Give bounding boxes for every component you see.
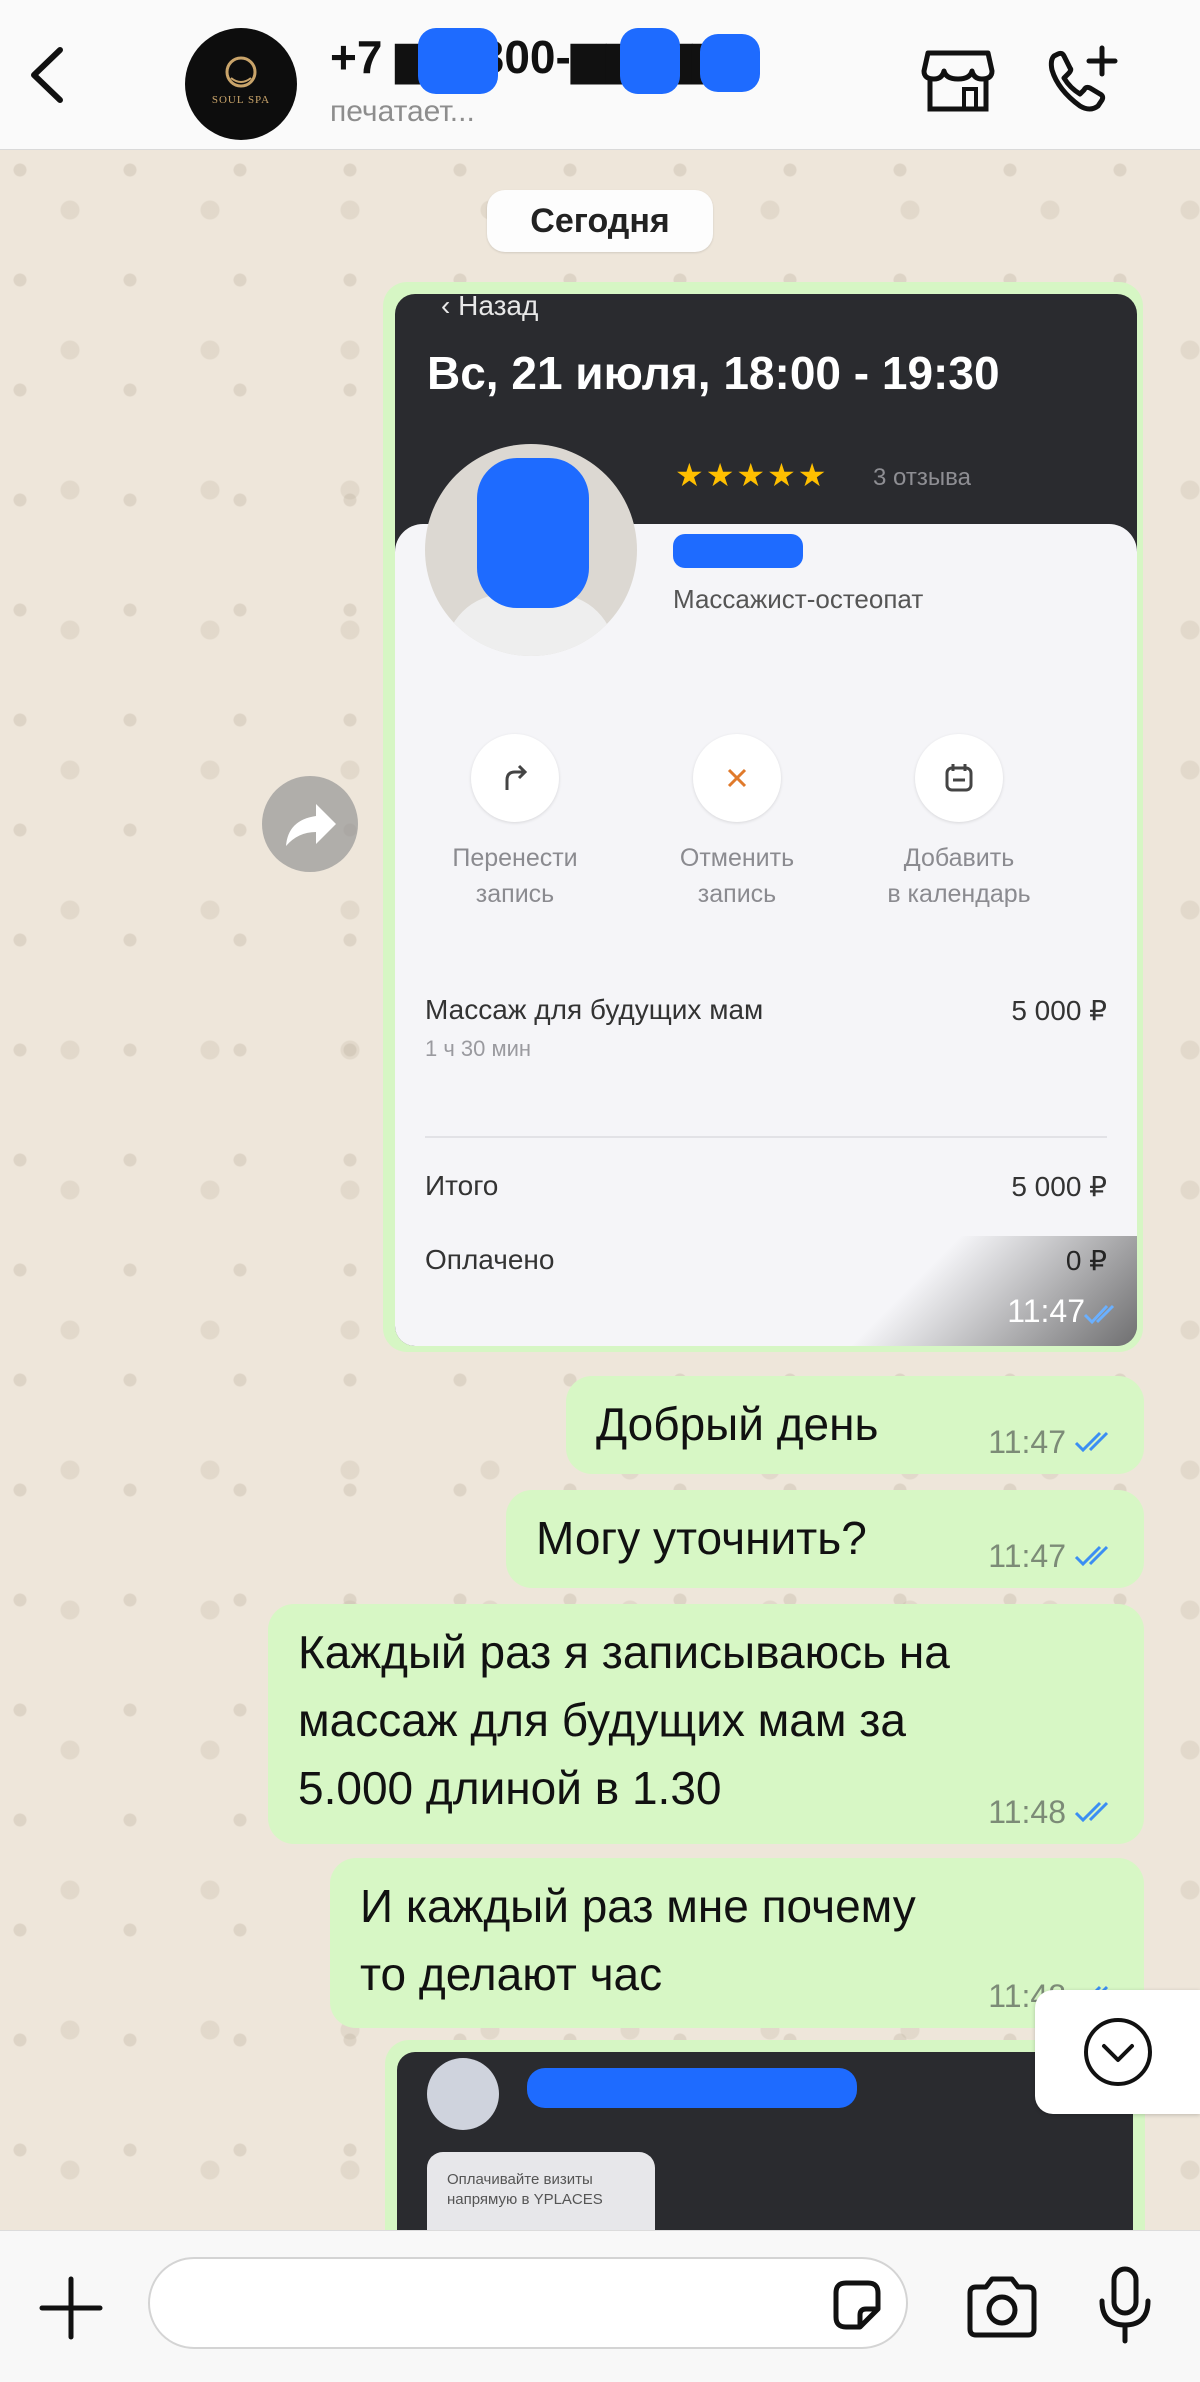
contact-avatar[interactable]: SOUL SPA	[185, 28, 297, 140]
reschedule-icon-circle	[471, 734, 559, 822]
appointment-title: Вс, 21 июля, 18:00 - 19:30	[427, 347, 1000, 399]
calendar-icon-circle	[915, 734, 1003, 822]
double-check-icon	[1074, 1545, 1109, 1567]
composer-bar	[0, 2230, 1200, 2382]
forward-button[interactable]	[262, 776, 358, 872]
scroll-to-bottom-button[interactable]	[1035, 1990, 1200, 2114]
plus-icon	[39, 2276, 103, 2340]
avatar	[427, 2058, 499, 2130]
cancel-label: Отменить запись	[679, 844, 795, 908]
master-photo	[425, 444, 637, 656]
spa-logo-icon	[225, 56, 257, 88]
redaction-mark	[527, 2068, 857, 2108]
camera-button[interactable]	[964, 2271, 1040, 2341]
message-bubble[interactable]: Могу уточнить? 11:47	[506, 1490, 1144, 1588]
total-value: 5 000 ₽	[1011, 1171, 1107, 1202]
screenshot-back-link: ‹ Назад	[441, 294, 539, 321]
service-duration: 1 ч 30 мин	[425, 1036, 532, 1061]
divider	[425, 1136, 1107, 1138]
service-name: Массаж для будущих мам	[425, 994, 764, 1025]
image-shade	[837, 1236, 1137, 1346]
cancel-icon-circle	[693, 734, 781, 822]
redaction-mark	[673, 534, 803, 568]
chevron-down-circle-icon	[1083, 2018, 1152, 2086]
service-price: 5 000 ₽	[1011, 995, 1107, 1026]
microphone-icon	[1099, 2266, 1151, 2344]
message-input[interactable]	[148, 2257, 908, 2349]
appointment-screenshot: ‹ Назад Вс, 21 июля, 18:00 - 19:30 ★★★★★…	[395, 294, 1137, 1346]
reschedule-icon	[505, 764, 528, 790]
message-text: И каждый раз мне почему то делают час	[360, 1880, 916, 2000]
double-check-icon	[1083, 1304, 1115, 1325]
camera-icon	[967, 2276, 1037, 2338]
double-check-icon	[1074, 1431, 1109, 1453]
contact-name[interactable]: +7 ▆▆ 300-▆▆-▆▆	[330, 28, 790, 94]
typing-status: печатает...	[330, 95, 475, 128]
message-time: 11:47	[988, 1538, 1066, 1574]
message-bubble[interactable]: Каждый раз я записываюсь на массаж для б…	[268, 1604, 1144, 1844]
message-bubble[interactable]: И каждый раз мне почему то делают час 11…	[330, 1858, 1144, 2028]
second-screenshot: Оплачивайте визиты напрямую в YPLACES	[397, 2052, 1133, 2230]
attach-button[interactable]	[36, 2273, 106, 2343]
redaction-mark	[477, 458, 589, 608]
message-time: 11:48	[988, 1794, 1066, 1830]
cancel-icon	[727, 768, 747, 788]
reviews-count: 3 отзыва	[873, 464, 971, 491]
message-time: 11:47	[1007, 1293, 1085, 1329]
catalog-button[interactable]	[920, 45, 996, 115]
promo-card: Оплачивайте визиты напрямую в YPLACES	[427, 2152, 655, 2230]
total-label: Итого	[425, 1170, 499, 1201]
message-meta: 11:47	[988, 1426, 1118, 1458]
forward-icon	[286, 804, 336, 846]
message-text: Каждый раз я записываюсь на массаж для б…	[298, 1626, 950, 1814]
calendar-icon	[945, 764, 973, 792]
voice-message-button[interactable]	[1090, 2263, 1160, 2347]
sticker-icon	[833, 2280, 881, 2330]
message-text: Добрый день	[596, 1398, 879, 1450]
add-to-calendar-action: Добавить в календарь	[859, 734, 1059, 912]
redaction-mark	[418, 28, 498, 94]
message-bubble[interactable]: Добрый день 11:47	[566, 1376, 1144, 1474]
reschedule-action: Перенести запись	[415, 734, 615, 912]
cancel-action: Отменить запись	[637, 734, 837, 912]
phone-plus-icon	[1048, 45, 1118, 112]
back-button[interactable]	[18, 40, 78, 110]
redaction-mark	[620, 28, 680, 94]
add-call-button[interactable]	[1040, 40, 1120, 120]
chat-header: SOUL SPA +7 ▆▆ 300-▆▆-▆▆ печатает...	[0, 0, 1200, 150]
calendar-label: Добавить в календарь	[887, 844, 1031, 908]
rating-stars: ★★★★★	[675, 457, 829, 493]
date-separator: Сегодня	[487, 190, 713, 252]
message-meta: 11:48	[988, 1796, 1118, 1828]
master-role: Массажист-остеопат	[673, 584, 924, 614]
redaction-mark	[700, 34, 760, 92]
paid-label: Оплачено	[425, 1244, 555, 1275]
double-check-icon	[1074, 1801, 1109, 1823]
store-icon	[921, 50, 995, 112]
message-text: Могу уточнить?	[536, 1512, 867, 1564]
avatar-logo-text: SOUL SPA	[211, 94, 271, 106]
image-message[interactable]: ‹ Назад Вс, 21 июля, 18:00 - 19:30 ★★★★★…	[383, 282, 1143, 1352]
sticker-button[interactable]	[826, 2275, 888, 2337]
message-time: 11:47	[988, 1424, 1066, 1460]
reschedule-label: Перенести запись	[452, 844, 578, 908]
message-meta: 11:47	[988, 1540, 1118, 1572]
image-message[interactable]: Оплачивайте визиты напрямую в YPLACES	[385, 2040, 1145, 2230]
chevron-left-icon	[31, 47, 63, 103]
